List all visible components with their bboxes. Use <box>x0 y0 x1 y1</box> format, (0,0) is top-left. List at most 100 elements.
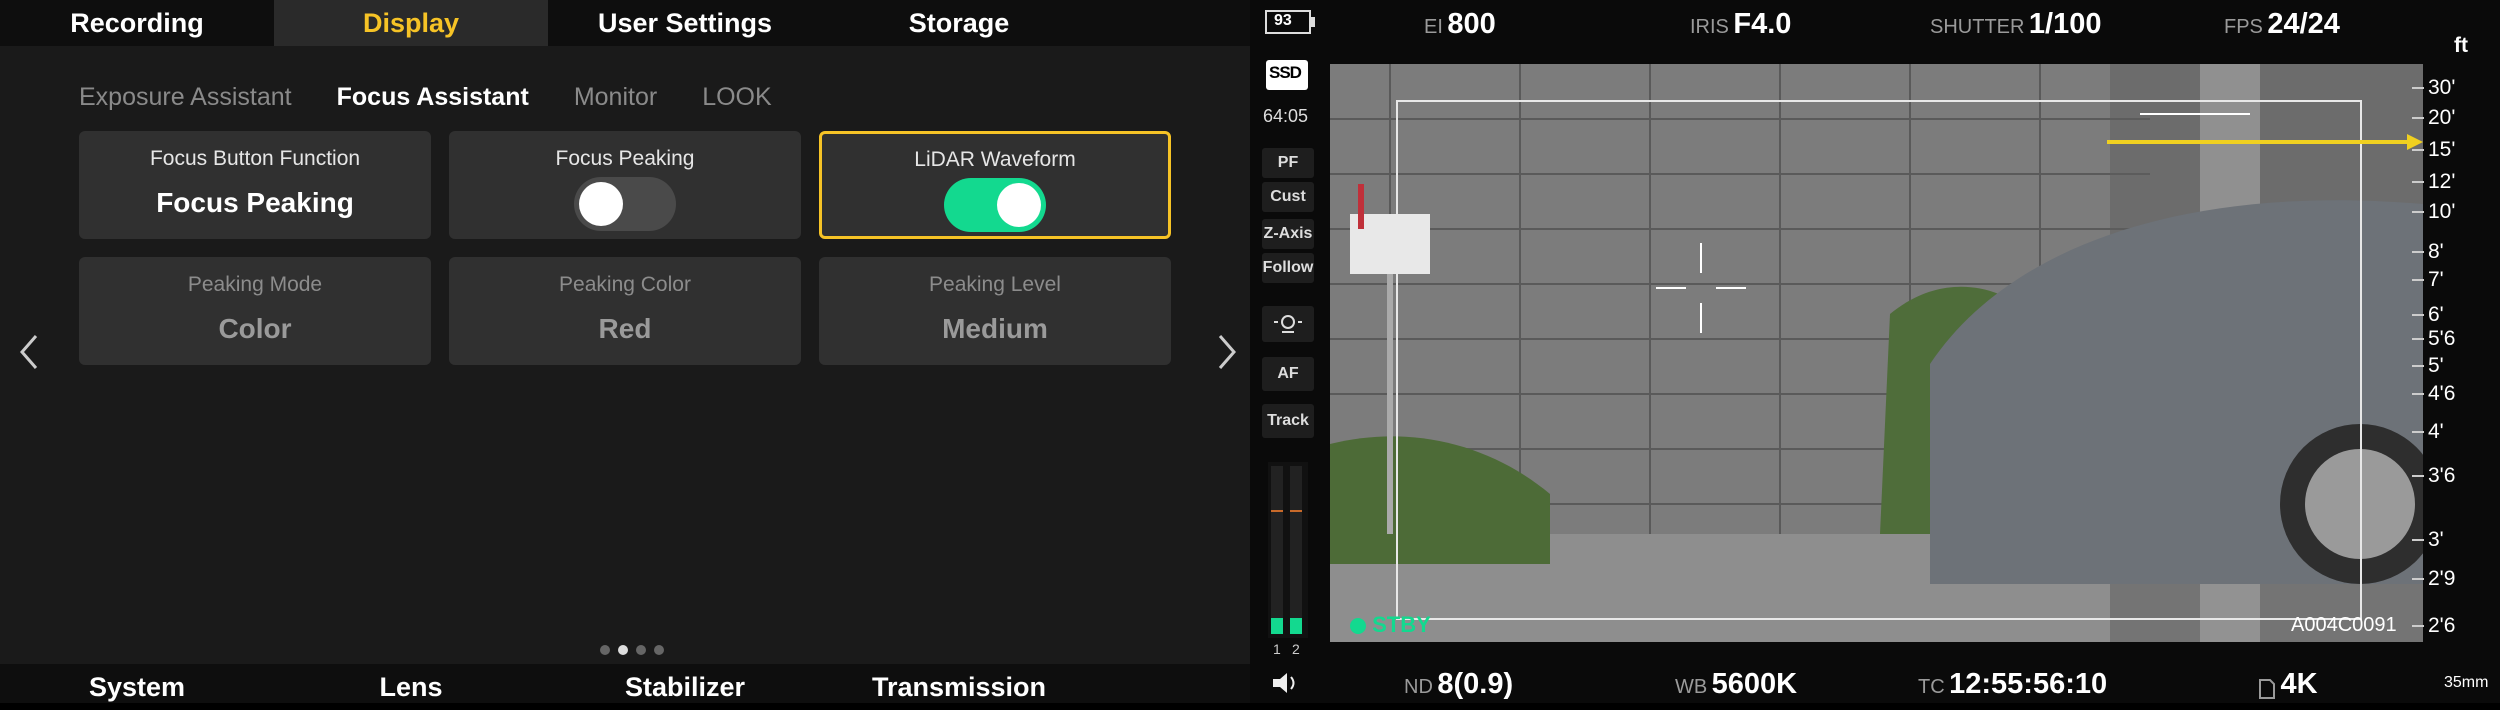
scale-label: 2'6 <box>2428 614 2456 637</box>
af-mode-button[interactable] <box>1262 306 1314 342</box>
lidar-waveform-toggle[interactable] <box>944 178 1046 232</box>
scale-tick <box>2412 393 2424 395</box>
shutter-value: 1/100 <box>2028 8 2102 40</box>
pf-button[interactable]: PF <box>1262 148 1314 178</box>
lidar-waveform-card[interactable]: LiDAR Waveform <box>819 131 1171 239</box>
tab-storage[interactable]: Storage <box>822 0 1096 46</box>
scale-label: 5' <box>2428 354 2444 377</box>
scale-label: 5'6 <box>2428 327 2456 350</box>
card-value: Medium <box>942 313 1048 344</box>
bottom-tab-bar: System Lens Stabilizer Transmission <box>0 664 1250 703</box>
page-dot[interactable] <box>636 645 646 655</box>
audio-meter-channel-1 <box>1271 466 1283 634</box>
tab-user-settings[interactable]: User Settings <box>548 0 822 46</box>
toggle-knob <box>579 182 623 226</box>
scale-tick <box>2412 314 2424 316</box>
tab-lens[interactable]: Lens <box>274 664 548 703</box>
resolution-readout[interactable]: 4K <box>2258 668 2318 701</box>
audio-level-2 <box>1290 618 1302 634</box>
scale-tick <box>2412 279 2424 281</box>
ei-label: EI <box>1424 16 1443 38</box>
af-button[interactable]: AF <box>1262 357 1314 391</box>
focus-peaking-toggle[interactable] <box>574 177 676 231</box>
scale-tick <box>2412 475 2424 477</box>
scale-tick <box>2412 578 2424 580</box>
card-value: Red <box>598 313 652 344</box>
audio-meter <box>1268 462 1308 638</box>
tab-display[interactable]: Display <box>274 0 548 46</box>
z-axis-button[interactable]: Z-Axis <box>1262 219 1314 249</box>
unit-label: ft <box>2454 34 2468 57</box>
peaking-mode-card[interactable]: Peaking Mode Color <box>79 257 431 365</box>
sd-card-icon <box>2259 678 2275 699</box>
iris-readout[interactable]: IRIS F4.0 <box>1690 8 1791 41</box>
tab-stabilizer[interactable]: Stabilizer <box>548 664 822 703</box>
camera-viewport[interactable] <box>1330 64 2423 642</box>
fps-label: FPS <box>2224 16 2263 38</box>
page-dot[interactable] <box>654 645 664 655</box>
scale-tick <box>2412 365 2424 367</box>
subtab-focus-assistant[interactable]: Focus Assistant <box>337 80 529 114</box>
iris-value: F4.0 <box>1733 8 1792 40</box>
speaker-icon[interactable] <box>1271 670 1303 701</box>
scale-tick <box>2412 181 2424 183</box>
page-indicator <box>600 645 664 655</box>
card-label: Peaking Level <box>929 273 1061 296</box>
shutter-readout[interactable]: SHUTTER 1/100 <box>1930 8 2101 41</box>
scale-tick <box>2412 149 2424 151</box>
subtab-monitor[interactable]: Monitor <box>574 80 657 114</box>
subtab-exposure-assistant[interactable]: Exposure Assistant <box>79 80 292 114</box>
top-tab-bar: Recording Display User Settings Storage <box>0 0 1250 46</box>
track-button[interactable]: Track <box>1262 404 1314 438</box>
scale-label: 8' <box>2428 240 2444 263</box>
ei-value: 800 <box>1447 8 1496 40</box>
media-label: SSD <box>1269 63 1302 82</box>
tab-transmission[interactable]: Transmission <box>822 664 1096 703</box>
camera-feed-image <box>1330 64 2423 642</box>
scale-tick <box>2412 431 2424 433</box>
wb-readout[interactable]: WB 5600K <box>1675 668 1797 701</box>
scale-tick <box>2412 539 2424 541</box>
scale-label: 12' <box>2428 170 2456 193</box>
peaking-level-card[interactable]: Peaking Level Medium <box>819 257 1171 365</box>
timecode-readout[interactable]: TC 12:55:56:10 <box>1918 668 2107 701</box>
clip-name: A004C0091 <box>2291 614 2397 636</box>
remaining-time: 64:05 <box>1263 106 1309 126</box>
cust-button[interactable]: Cust <box>1262 182 1314 212</box>
page-dot[interactable] <box>600 645 610 655</box>
scale-label: 10' <box>2428 200 2456 223</box>
scale-tick <box>2412 251 2424 253</box>
status-text: STBY <box>1372 612 1431 637</box>
iris-label: IRIS <box>1690 16 1729 38</box>
chevron-left-icon[interactable] <box>14 330 44 374</box>
fps-value: 24/24 <box>2267 8 2340 40</box>
page-dot[interactable] <box>618 645 628 655</box>
tab-recording[interactable]: Recording <box>0 0 274 46</box>
nd-readout[interactable]: ND 8(0.9) <box>1404 668 1513 701</box>
chevron-right-icon[interactable] <box>1212 330 1242 374</box>
subtab-look[interactable]: LOOK <box>702 80 771 114</box>
audio-meter-channel-2 <box>1290 466 1302 634</box>
focus-button-function-card[interactable]: Focus Button Function Focus Peaking <box>79 131 431 239</box>
toggle-knob <box>997 183 1041 227</box>
card-label: Peaking Color <box>559 273 691 296</box>
battery-level: 93 <box>1274 12 1292 29</box>
scale-label: 3'6 <box>2428 464 2456 487</box>
tc-label: TC <box>1918 676 1945 698</box>
focus-peaking-card[interactable]: Focus Peaking <box>449 131 801 239</box>
tab-system[interactable]: System <box>0 664 274 703</box>
scale-tick <box>2412 117 2424 119</box>
peaking-color-card[interactable]: Peaking Color Red <box>449 257 801 365</box>
battery-icon: 93 <box>1265 10 1315 34</box>
scale-label: 15' <box>2428 138 2456 161</box>
ei-readout[interactable]: EI 800 <box>1424 8 1496 41</box>
record-status: STBY <box>1350 612 1431 638</box>
card-label: Focus Peaking <box>555 147 695 170</box>
follow-button[interactable]: Follow <box>1262 253 1314 283</box>
scale-tick <box>2412 338 2424 340</box>
audio-ref-line <box>1290 510 1302 512</box>
fps-readout[interactable]: FPS 24/24 <box>2224 8 2340 41</box>
audio-level-1 <box>1271 618 1283 634</box>
card-label: Focus Button Function <box>149 147 361 170</box>
focal-length: 35mm <box>2444 674 2489 691</box>
